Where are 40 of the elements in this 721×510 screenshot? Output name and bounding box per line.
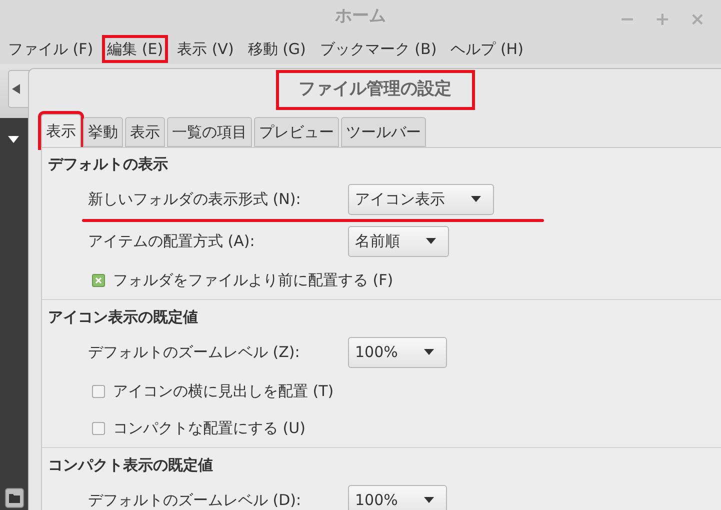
dropdown[interactable]: アイコン表示 xyxy=(348,184,494,214)
checkbox[interactable] xyxy=(92,274,105,287)
section-heading: コンパクト表示の既定値 xyxy=(48,454,213,476)
back-icon xyxy=(12,84,20,94)
window-title: ホーム xyxy=(335,5,386,28)
checkbox-label: コンパクトな配置にする (U) xyxy=(113,418,306,440)
tab[interactable]: ツールバー xyxy=(341,117,426,147)
checkbox[interactable] xyxy=(92,422,105,435)
field-label: アイテムの配置方式 (A): xyxy=(88,230,256,252)
field-label: デフォルトのズームレベル (D): xyxy=(88,490,302,510)
folder-button[interactable] xyxy=(5,488,24,508)
menu-item[interactable]: ブックマーク (B) xyxy=(318,38,439,60)
tab[interactable]: 表示 xyxy=(125,117,165,147)
dialog-title: ファイル管理の設定 xyxy=(278,73,472,107)
menu-item[interactable]: 表示 (V) xyxy=(175,38,236,60)
checkbox-label: フォルダをファイルより前に配置する (F) xyxy=(113,270,394,292)
field-label: デフォルトのズームレベル (Z): xyxy=(88,342,301,363)
caret-icon xyxy=(426,238,436,244)
checkbox-label: アイコンの横に見出しを配置 (T) xyxy=(113,381,334,402)
caret-icon xyxy=(8,136,19,143)
section-heading: デフォルトの表示 xyxy=(48,154,168,175)
checkbox[interactable] xyxy=(92,385,105,398)
tab[interactable]: 挙動 xyxy=(83,117,123,147)
caret-icon xyxy=(424,349,434,355)
menu-item[interactable]: ヘルプ (H) xyxy=(448,38,526,60)
section-heading: アイコン表示の既定値 xyxy=(48,306,198,328)
dropdown[interactable]: 100% xyxy=(348,484,447,510)
tab[interactable]: 一覧の項目 xyxy=(167,117,252,147)
menu-item[interactable]: 編集 (E) xyxy=(105,38,166,60)
caret-icon xyxy=(471,196,481,202)
tab[interactable]: プレビュー xyxy=(254,117,339,147)
menu-item[interactable]: ファイル (F) xyxy=(6,38,96,60)
caret-icon xyxy=(424,497,434,503)
field-label: 新しいフォルダの表示形式 (N): xyxy=(88,188,302,210)
dropdown[interactable]: 名前順 xyxy=(348,226,449,256)
folder-icon xyxy=(9,494,20,502)
check-icon xyxy=(95,277,102,284)
menu-item[interactable]: 移動 (G) xyxy=(246,38,308,60)
tab[interactable]: 表示 xyxy=(41,114,81,147)
dropdown[interactable]: 100% xyxy=(348,336,447,368)
